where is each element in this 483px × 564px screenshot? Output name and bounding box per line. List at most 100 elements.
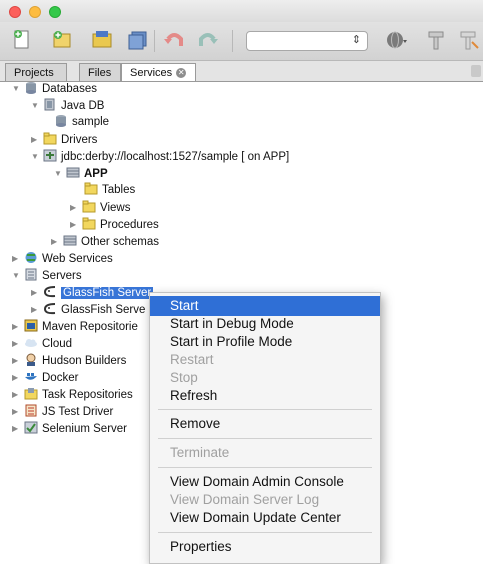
tree-node-drivers[interactable]: ▶ Drivers [31,131,97,148]
expanded-arrow-icon[interactable]: ▼ [31,148,43,165]
collapsed-arrow-icon[interactable]: ▶ [31,131,43,148]
task-repository-icon [24,388,38,400]
tree-node-selenium[interactable]: ▶ Selenium Server [12,420,127,437]
node-label: Hudson Builders [42,355,127,367]
docker-icon [25,373,37,380]
node-label: GlassFish Serve [61,304,146,316]
node-label: Web Services [42,253,113,265]
node-label: Databases [42,83,97,95]
menu-item-server-log: View Domain Server Log [170,492,320,507]
close-window-button[interactable] [9,6,21,18]
tree-node-procedures[interactable]: ▶ Procedures [70,216,159,233]
menu-item-stop: Stop [170,370,198,385]
folder-icon [82,200,96,213]
close-tab-icon[interactable]: ✕ [176,68,187,78]
collapsed-arrow-icon[interactable]: ▶ [31,301,43,318]
collapsed-arrow-icon[interactable]: ▶ [12,318,24,335]
collapsed-arrow-icon[interactable]: ▶ [31,284,43,301]
tree-node-cloud[interactable]: ▶ Cloud [12,335,72,352]
collapsed-arrow-icon[interactable]: ▶ [12,420,24,437]
tree-node-servers[interactable]: ▼ Servers [12,267,82,284]
run-globe-icon[interactable] [384,28,408,52]
menu-item-start-profile[interactable]: Start in Profile Mode [150,332,380,352]
tree-node-other-schemas[interactable]: ▶ Other schemas [51,233,159,250]
schema-icon [63,235,77,246]
expanded-arrow-icon[interactable]: ▼ [54,165,66,182]
hudson-icon [26,353,36,366]
menu-separator [158,409,372,410]
collapsed-arrow-icon[interactable]: ▶ [12,352,24,369]
tree-node-maven[interactable]: ▶ Maven Repositorie [12,318,138,335]
node-label: APP [84,168,108,180]
combo-arrows-icon: ⇕ [351,34,361,46]
tree-node-docker[interactable]: ▶ Docker [12,369,78,386]
menu-item-start[interactable]: Start [150,296,380,316]
tab-projects[interactable]: Projects [5,63,67,81]
collapsed-arrow-icon[interactable]: ▶ [12,369,24,386]
tab-label: Projects [14,67,54,79]
menu-item-properties[interactable]: Properties [150,537,380,557]
tab-services[interactable]: Services ✕ [121,63,196,81]
selenium-icon [24,421,38,434]
menu-item-remove[interactable]: Remove [150,414,380,434]
schema-icon [66,167,80,178]
new-file-icon[interactable] [10,28,34,52]
configuration-combo[interactable]: ⇕ [246,31,368,51]
java-db-icon [44,98,55,111]
undo-icon[interactable] [162,28,186,52]
tree-node-task-repositories[interactable]: ▶ Task Repositories [12,386,133,403]
save-all-icon[interactable] [126,28,150,52]
web-services-icon [25,252,37,263]
tree-node-glassfish-server-2[interactable]: ▶ GlassFish Serve [31,301,145,318]
collapsed-arrow-icon[interactable]: ▶ [12,250,24,267]
menu-item-admin-console[interactable]: View Domain Admin Console [150,472,380,492]
tree-node-databases[interactable]: ▼ Databases [12,80,97,97]
menu-separator [158,467,372,468]
minimize-panel-button[interactable] [471,65,481,77]
node-label: Java DB [61,100,105,112]
zoom-window-button[interactable] [49,6,61,18]
tree-node-sample[interactable]: sample [54,114,109,131]
title-bar [0,0,483,22]
collapsed-arrow-icon[interactable]: ▶ [12,386,24,403]
database-icon [56,115,66,127]
collapsed-arrow-icon[interactable]: ▶ [51,233,63,250]
tree-node-glassfish-server-1[interactable]: ▶ GlassFish Server [31,284,154,301]
tree-node-app-schema[interactable]: ▼ APP [54,165,108,182]
tree-node-web-services[interactable]: ▶ Web Services [12,250,113,267]
collapsed-arrow-icon[interactable]: ▶ [70,216,82,233]
collapsed-arrow-icon[interactable]: ▶ [12,403,24,420]
node-label: Other schemas [81,236,159,248]
folder-icon [82,217,96,230]
cloud-icon [25,339,37,347]
tree-node-tables[interactable]: Tables [84,182,135,199]
minimize-window-button[interactable] [29,6,41,18]
expanded-arrow-icon[interactable]: ▼ [31,97,43,114]
tree-node-connection[interactable]: ▼ jdbc:derby://localhost:1527/sample [ on… [31,148,289,165]
menu-item-update-center[interactable]: View Domain Update Center [150,508,380,528]
tree-node-views[interactable]: ▶ Views [70,199,130,216]
tree-node-hudson[interactable]: ▶ Hudson Builders [12,352,126,369]
open-project-icon[interactable] [90,28,114,52]
tree-node-js-test-driver[interactable]: ▶ JS Test Driver [12,403,113,420]
menu-item-refresh[interactable]: Refresh [150,386,380,406]
redo-icon[interactable] [196,28,220,52]
tab-label: Services [130,67,173,79]
clean-build-icon[interactable] [456,28,480,52]
node-label: GlassFish Server [61,287,154,299]
expanded-arrow-icon[interactable]: ▼ [12,80,24,97]
collapsed-arrow-icon[interactable]: ▶ [70,199,82,216]
connection-icon [43,149,57,162]
new-project-icon[interactable] [50,28,74,52]
menu-item-restart: Restart [170,352,214,367]
servers-icon [25,268,37,281]
node-label: Tables [102,184,136,196]
tab-files[interactable]: Files [79,63,121,81]
tree-node-java-db[interactable]: ▼ Java DB [31,97,104,114]
expanded-arrow-icon[interactable]: ▼ [12,267,24,284]
server-context-menu: Start Start in Debug Mode Start in Profi… [149,292,381,564]
menu-item-start-debug[interactable]: Start in Debug Mode [150,314,380,334]
collapsed-arrow-icon[interactable]: ▶ [12,335,24,352]
glassfish-icon [43,303,56,315]
hammer-icon[interactable] [424,28,448,52]
